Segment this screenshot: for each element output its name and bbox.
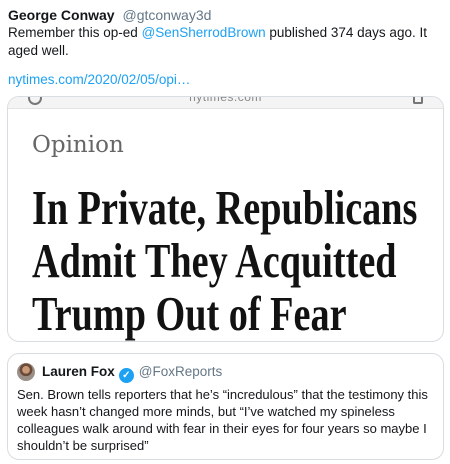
author-name[interactable]: George Conway (8, 7, 115, 23)
author-handle[interactable]: @gtconway3d (122, 7, 211, 23)
verified-badge-icon: ✓ (118, 368, 134, 383)
headline-line: In Private, Republicans (32, 180, 418, 235)
article-link[interactable]: nytimes.com/2020/02/05/opi… (8, 72, 190, 87)
card-headline: In Private, Republicans Admit They Acqui… (32, 180, 418, 341)
tweet-text-part: Remember this op-ed (8, 25, 142, 40)
card-section-label: Opinion (32, 132, 124, 158)
share-icon (413, 97, 423, 104)
card-site-label: nytimes.com (189, 96, 262, 104)
headline-line: Trump Out of Fear (32, 286, 347, 341)
mention-link[interactable]: @SenSherrodBrown (142, 25, 266, 40)
quoted-tweet[interactable]: Lauren Fox ✓ @FoxReports Sen. Brown tells … (7, 353, 444, 460)
avatar[interactable] (17, 363, 35, 381)
tweet-text: Remember this op-ed @SenSherrodBrown pub… (8, 24, 428, 60)
headline-line: Admit They Acquitted (32, 233, 397, 288)
quoted-author-handle[interactable]: @FoxReports (139, 364, 222, 379)
quoted-tweet-text: Sen. Brown tells reporters that he’s “in… (17, 387, 428, 453)
tweet-header: George Conway @gtconway3d (8, 6, 211, 24)
card-browser-bar: nytimes.com (8, 97, 443, 109)
article-card[interactable]: nytimes.com Opinion In Private, Republic… (7, 96, 444, 342)
quoted-tweet-header: Lauren Fox ✓ @FoxReports (42, 364, 222, 383)
quoted-author-name[interactable]: Lauren Fox (42, 364, 115, 379)
